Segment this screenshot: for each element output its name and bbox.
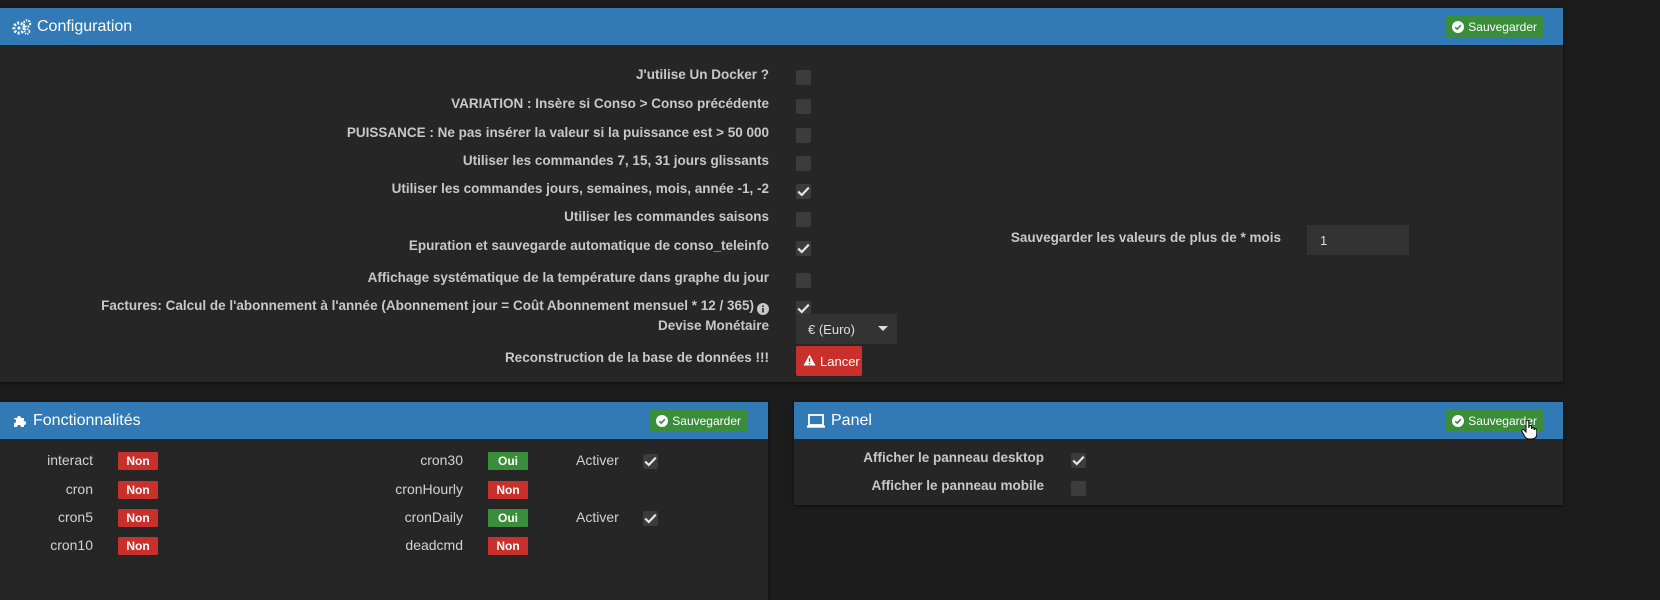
config-option-checkbox[interactable] xyxy=(796,273,811,288)
feature-activate-checkbox[interactable] xyxy=(643,454,658,469)
cogs-icon xyxy=(12,17,32,37)
feature-name: cron xyxy=(65,481,93,497)
checkmark-icon xyxy=(797,186,810,197)
panel-option-checkbox[interactable] xyxy=(1071,453,1086,468)
config-option-label: Factures: Calcul de l'abonnement à l'ann… xyxy=(101,298,754,313)
feature-activate-label: Activer xyxy=(576,509,619,525)
configuration-header: Configuration Sauvegarder xyxy=(0,8,1563,45)
rebuild-launch-button[interactable]: Lancer xyxy=(796,346,862,376)
config-option-checkbox[interactable] xyxy=(796,184,811,199)
check-circle-icon xyxy=(1452,21,1465,33)
warning-icon xyxy=(803,354,816,369)
rebuild-label: Reconstruction de la base de données !!! xyxy=(504,350,769,365)
config-option-checkbox[interactable] xyxy=(796,70,811,85)
config-option-checkbox[interactable] xyxy=(796,128,811,143)
hand-cursor-icon xyxy=(1521,419,1538,445)
feature-activate-checkbox[interactable] xyxy=(643,511,658,526)
config-option-label: Utiliser les commandes 7, 15, 31 jours g… xyxy=(462,153,769,168)
config-save-button[interactable]: Sauvegarder xyxy=(1446,16,1544,38)
feature-name: cron5 xyxy=(57,509,93,525)
feature-status-badge: Oui xyxy=(488,509,528,527)
feature-name: cronDaily xyxy=(404,509,463,525)
save-label: Sauvegarder xyxy=(672,414,741,428)
features-header: Fonctionnalités Sauvegarder xyxy=(0,402,768,439)
feature-activate-label: Activer xyxy=(576,452,619,468)
config-option-checkbox[interactable] xyxy=(796,241,811,256)
caret-down-icon xyxy=(878,326,888,331)
config-option-label: J'utilise Un Docker ? xyxy=(636,67,769,82)
checkmark-icon xyxy=(797,303,810,314)
panel-settings-panel: Panel Sauvegarder Afficher le panneau de… xyxy=(794,402,1563,505)
config-option-label: Utiliser les commandes saisons xyxy=(564,209,769,224)
feature-status-badge: Non xyxy=(118,481,158,499)
panel-settings-header: Panel Sauvegarder xyxy=(794,402,1563,440)
feature-status-badge: Non xyxy=(118,452,158,470)
config-option-label: PUISSANCE : Ne pas insérer la valeur si … xyxy=(346,125,769,140)
features-panel: Fonctionnalités Sauvegarder interact Non c… xyxy=(0,402,768,600)
check-circle-icon xyxy=(1452,415,1465,427)
config-option-label: VARIATION : Insère si Conso > Conso préc… xyxy=(451,96,769,111)
feature-status-badge: Non xyxy=(488,537,528,555)
config-option-checkbox[interactable] xyxy=(796,212,811,227)
laptop-icon xyxy=(806,411,826,431)
retention-label: Sauvegarder les valeurs de plus de * moi… xyxy=(1010,230,1281,245)
feature-status-badge: Non xyxy=(488,481,528,499)
checkmark-icon xyxy=(1072,455,1085,466)
panel-option-checkbox[interactable] xyxy=(1071,481,1086,496)
feature-name: cronHourly xyxy=(395,481,463,497)
panel-settings-title: Panel xyxy=(831,411,872,429)
feature-name: deadcmd xyxy=(405,537,463,553)
feature-status-badge: Non xyxy=(118,509,158,527)
currency-value: € (Euro) xyxy=(808,321,855,337)
currency-select[interactable]: € (Euro) xyxy=(796,314,897,344)
configuration-title: Configuration xyxy=(37,17,133,35)
config-option-label: Epuration et sauvegarde automatique de c… xyxy=(408,238,769,253)
rebuild-button-label: Lancer xyxy=(820,353,860,369)
panel-option-label: Afficher le panneau mobile xyxy=(871,478,1044,493)
currency-label: Devise Monétaire xyxy=(657,318,769,333)
save-label: Sauvegarder xyxy=(1468,20,1537,34)
feature-name: cron30 xyxy=(420,452,463,468)
check-circle-icon xyxy=(656,415,669,427)
features-save-button[interactable]: Sauvegarder xyxy=(650,410,748,432)
config-option-checkbox[interactable] xyxy=(796,156,811,171)
checkmark-icon xyxy=(797,243,810,254)
feature-name: cron10 xyxy=(50,537,93,553)
feature-status-badge: Non xyxy=(118,537,158,555)
checkmark-icon xyxy=(644,513,657,524)
puzzle-icon xyxy=(12,411,28,431)
config-option-checkbox[interactable] xyxy=(796,99,811,114)
retention-months-input[interactable] xyxy=(1307,225,1409,255)
config-option-label: Utiliser les commandes jours, semaines, … xyxy=(391,181,769,196)
feature-name: interact xyxy=(47,452,93,468)
config-option-label: Affichage systématique de la température… xyxy=(367,270,769,285)
features-title: Fonctionnalités xyxy=(33,411,141,429)
feature-status-badge: Oui xyxy=(488,452,528,470)
panel-option-label: Afficher le panneau desktop xyxy=(863,450,1044,465)
configuration-panel: Configuration Sauvegarder J'utilise Un D… xyxy=(0,8,1563,382)
checkmark-icon xyxy=(644,456,657,467)
